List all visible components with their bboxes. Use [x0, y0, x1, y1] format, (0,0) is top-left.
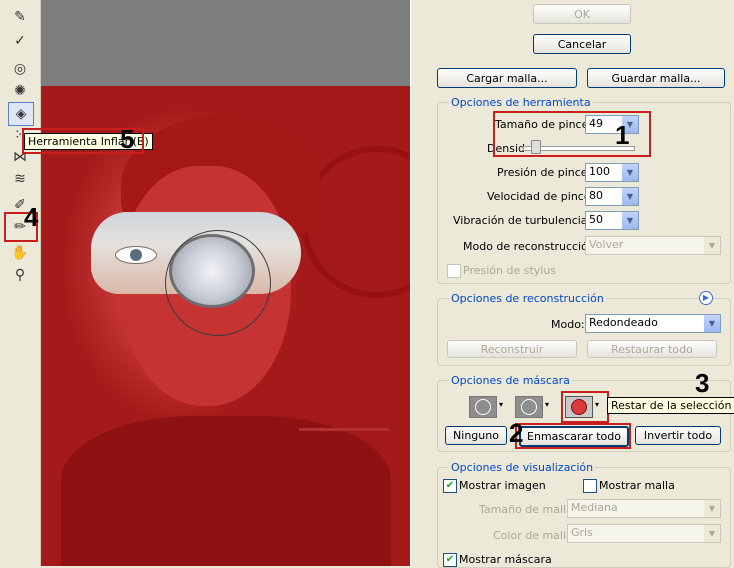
stylus-checkbox[interactable]: [447, 264, 461, 278]
forward-warp-icon[interactable]: ✎: [8, 6, 32, 28]
annotation-number-3: 3: [695, 368, 710, 398]
show-mesh-label: Mostrar malla: [599, 479, 675, 492]
stylus-label: Presión de stylus: [463, 264, 557, 277]
ok-button[interactable]: OK: [533, 4, 631, 24]
chevron-down-icon[interactable]: ▼: [704, 237, 720, 254]
chevron-down-icon[interactable]: ▼: [622, 188, 638, 205]
view-options-title: Opciones de visualización: [449, 461, 596, 474]
invert-all-button[interactable]: Invertir todo: [635, 426, 721, 445]
reconstruct-mode-select[interactable]: Volver ▼: [585, 236, 721, 255]
chevron-down-icon[interactable]: ▾: [545, 400, 549, 409]
speed-label: Velocidad de pincel:: [487, 190, 598, 203]
recon-mode-select[interactable]: Redondeado ▼: [585, 314, 721, 333]
mesh-color-select[interactable]: Gris ▼: [567, 524, 721, 543]
pucker-icon[interactable]: ✺: [8, 80, 32, 102]
reconstruct-button[interactable]: Reconstruir: [447, 340, 577, 358]
show-mesh-checkbox[interactable]: [583, 479, 597, 493]
chevron-down-icon[interactable]: ▼: [704, 525, 720, 542]
add-to-selection-icon[interactable]: [515, 396, 543, 418]
annotation-number-4: 4: [24, 202, 39, 232]
annotation-number-2: 2: [509, 418, 524, 448]
cancel-button[interactable]: Cancelar: [533, 34, 631, 54]
load-mesh-button[interactable]: Cargar malla...: [437, 68, 577, 88]
options-panel: OK Cancelar Cargar malla... Guardar mall…: [410, 0, 734, 568]
turbulence-icon[interactable]: ≋: [8, 168, 32, 190]
zoom-icon[interactable]: ⚲: [8, 264, 32, 286]
recon-mode-label: Modo:: [551, 318, 585, 331]
show-image-checkbox[interactable]: ✔: [443, 479, 457, 493]
chevron-down-icon[interactable]: ▾: [499, 400, 503, 409]
play-icon[interactable]: ▶: [699, 291, 713, 305]
twirl-icon[interactable]: ◎: [8, 58, 32, 80]
preview-canvas[interactable]: [41, 0, 410, 566]
reconstruction-options-title: Opciones de reconstrucción: [449, 292, 606, 305]
mesh-size-select[interactable]: Mediana ▼: [567, 499, 721, 518]
suit-shape: [61, 416, 391, 566]
mask-tooltip: Restar de la selección: [607, 397, 734, 414]
pressure-field[interactable]: 100 ▼: [585, 163, 639, 182]
chevron-down-icon[interactable]: ▼: [704, 500, 720, 517]
show-mask-label: Mostrar máscara: [459, 553, 552, 566]
annotation-number-1: 1: [615, 120, 630, 150]
mesh-color-label: Color de malla:: [493, 529, 577, 542]
tool-palette: ✎ ✓ ◎ ✺ ◈ ⁙ ⋈ ≋ ✐ ✏ ✋ ⚲: [0, 0, 41, 566]
jitter-label: Vibración de turbulencia:: [453, 214, 592, 227]
none-button[interactable]: Ninguno: [445, 426, 507, 445]
show-image-label: Mostrar imagen: [459, 479, 546, 492]
chevron-down-icon[interactable]: ▼: [704, 315, 720, 332]
chevron-down-icon[interactable]: ▼: [622, 212, 638, 229]
pressure-label: Presión de pincel:: [497, 166, 595, 179]
mask-options-title: Opciones de máscara: [449, 374, 572, 387]
hand-icon[interactable]: ✋: [8, 242, 32, 264]
mesh-size-label: Tamaño de malla:: [479, 503, 577, 516]
chevron-down-icon[interactable]: ▼: [622, 164, 638, 181]
brush-cursor: [165, 230, 271, 336]
restore-all-button[interactable]: Restaurar todo: [587, 340, 717, 358]
tool-options-title: Opciones de herramienta: [449, 96, 593, 109]
reconstruct-mode-label: Modo de reconstrucción:: [463, 240, 599, 253]
annotation-number-5: 5: [120, 124, 135, 154]
masked-photo[interactable]: [41, 86, 410, 566]
arrow-shape: [299, 428, 389, 431]
annotation-box-2: [515, 423, 631, 449]
show-mask-checkbox[interactable]: ✔: [443, 553, 457, 567]
save-mesh-button[interactable]: Guardar malla...: [587, 68, 725, 88]
annotation-box-3: [561, 391, 609, 423]
reconstruct-icon[interactable]: ✓: [8, 30, 32, 52]
jitter-field[interactable]: 50 ▼: [585, 211, 639, 230]
replace-selection-icon[interactable]: [469, 396, 497, 418]
bloat-icon[interactable]: ◈: [8, 102, 34, 126]
left-eye: [115, 246, 157, 264]
speed-field[interactable]: 80 ▼: [585, 187, 639, 206]
